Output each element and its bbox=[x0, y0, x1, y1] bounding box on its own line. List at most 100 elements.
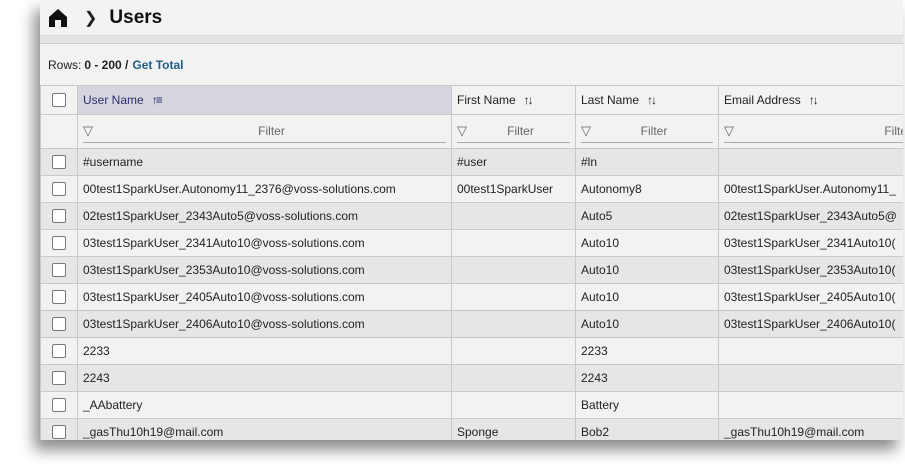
column-header-first-name[interactable]: First Name ↑↓ bbox=[451, 85, 576, 115]
user-name-cell: 03test1SparkUser_2406Auto10@voss-solutio… bbox=[77, 310, 452, 338]
column-header-email[interactable]: Email Address ↑↓ bbox=[718, 85, 903, 115]
filter-email[interactable]: ▽ Filter bbox=[718, 114, 903, 149]
row-checkbox[interactable] bbox=[52, 371, 66, 386]
page-title: Users bbox=[109, 6, 163, 28]
row-select-cell bbox=[40, 391, 78, 419]
last-name-cell: Auto5 bbox=[575, 202, 719, 230]
last-name-cell: Autonomy8 bbox=[575, 175, 719, 203]
user-name-cell: _AAbattery bbox=[77, 391, 452, 419]
first-name-cell: 00test1SparkUser bbox=[451, 175, 576, 203]
rows-info: Rows: 0 - 200 / Get Total bbox=[40, 44, 903, 85]
first-name-cell bbox=[451, 256, 576, 284]
row-checkbox[interactable] bbox=[52, 398, 66, 413]
row-checkbox[interactable] bbox=[52, 290, 66, 305]
email-cell bbox=[718, 364, 903, 392]
row-checkbox[interactable] bbox=[52, 236, 66, 251]
last-name-cell: Auto10 bbox=[575, 256, 719, 284]
filter-spacer bbox=[40, 114, 78, 149]
row-checkbox[interactable] bbox=[52, 263, 66, 278]
column-label: User Name bbox=[83, 93, 144, 107]
first-name-cell bbox=[451, 364, 576, 392]
toolbar-strip bbox=[40, 36, 903, 44]
column-label: Last Name bbox=[581, 93, 640, 107]
email-cell: _gasThu10h19@mail.com bbox=[718, 418, 903, 440]
last-name-cell: Auto10 bbox=[575, 310, 719, 338]
email-cell: 03test1SparkUser_2406Auto10( bbox=[718, 310, 903, 338]
row-select-cell bbox=[40, 310, 78, 338]
sort-icon[interactable]: ↑↓ bbox=[524, 93, 534, 107]
filter-input[interactable]: Filter bbox=[471, 124, 570, 138]
user-name-cell: 00test1SparkUser.Autonomy11_2376@voss-so… bbox=[77, 175, 452, 203]
row-select-cell bbox=[40, 256, 78, 284]
filter-icon: ▽ bbox=[581, 123, 591, 138]
email-cell bbox=[718, 337, 903, 365]
row-select-cell bbox=[40, 418, 78, 440]
row-checkbox[interactable] bbox=[52, 317, 66, 332]
filter-input[interactable]: Filter bbox=[738, 124, 903, 138]
sort-ascending-icon[interactable]: ↑≡ bbox=[152, 93, 163, 107]
row-checkbox[interactable] bbox=[52, 155, 66, 170]
last-name-cell: Battery bbox=[575, 391, 719, 419]
email-cell: 02test1SparkUser_2343Auto5@ bbox=[718, 202, 903, 230]
table-row[interactable]: 03test1SparkUser_2405Auto10@voss-solutio… bbox=[40, 283, 903, 311]
user-name-cell: _gasThu10h19@mail.com bbox=[77, 418, 452, 440]
table-row[interactable]: 03test1SparkUser_2341Auto10@voss-solutio… bbox=[40, 229, 903, 257]
table-row[interactable]: 2243 2243 bbox=[40, 364, 903, 392]
first-name-cell: #user bbox=[451, 148, 576, 176]
first-name-cell bbox=[451, 229, 576, 257]
first-name-cell: Sponge bbox=[451, 418, 576, 440]
filter-input[interactable]: Filter bbox=[97, 124, 446, 138]
rows-range: 0 - 200 / bbox=[84, 57, 129, 72]
table-row[interactable]: 00test1SparkUser.Autonomy11_2376@voss-so… bbox=[40, 175, 903, 203]
home-icon[interactable] bbox=[48, 8, 68, 28]
table-row[interactable]: 03test1SparkUser_2406Auto10@voss-solutio… bbox=[40, 310, 903, 338]
sort-icon[interactable]: ↑↓ bbox=[647, 93, 657, 107]
column-header-last-name[interactable]: Last Name ↑↓ bbox=[575, 85, 719, 115]
last-name-cell: Auto10 bbox=[575, 283, 719, 311]
row-select-cell bbox=[40, 148, 78, 176]
first-name-cell bbox=[451, 202, 576, 230]
email-cell bbox=[718, 391, 903, 419]
email-cell: 03test1SparkUser_2405Auto10( bbox=[718, 283, 903, 311]
filter-icon: ▽ bbox=[724, 123, 734, 138]
filter-input[interactable]: Filter bbox=[595, 124, 713, 138]
row-checkbox[interactable] bbox=[52, 344, 66, 359]
first-name-cell bbox=[451, 337, 576, 365]
table-row[interactable]: #username #user #ln bbox=[40, 148, 903, 176]
rows-label: Rows: bbox=[48, 57, 82, 72]
row-checkbox[interactable] bbox=[52, 209, 66, 224]
filter-icon: ▽ bbox=[83, 123, 93, 138]
last-name-cell: Auto10 bbox=[575, 229, 719, 257]
first-name-cell bbox=[451, 283, 576, 311]
filter-user-name[interactable]: ▽ Filter bbox=[77, 114, 452, 149]
last-name-cell: 2243 bbox=[575, 364, 719, 392]
filter-row: ▽ Filter ▽ Filter ▽ Filter ▽ Filter bbox=[40, 114, 903, 149]
table-row[interactable]: 03test1SparkUser_2353Auto10@voss-solutio… bbox=[40, 256, 903, 284]
table-row[interactable]: 02test1SparkUser_2343Auto5@voss-solution… bbox=[40, 202, 903, 230]
row-select-cell bbox=[40, 337, 78, 365]
last-name-cell: 2233 bbox=[575, 337, 719, 365]
users-table: User Name ↑≡ First Name ↑↓ Last Name ↑↓ Ema… bbox=[40, 85, 903, 440]
filter-last-name[interactable]: ▽ Filter bbox=[575, 114, 719, 149]
filter-first-name[interactable]: ▽ Filter bbox=[451, 114, 576, 149]
column-header-user-name[interactable]: User Name ↑≡ bbox=[77, 85, 452, 115]
row-select-cell bbox=[40, 202, 78, 230]
sort-icon[interactable]: ↑↓ bbox=[809, 93, 819, 107]
filter-icon: ▽ bbox=[457, 123, 467, 138]
table-row[interactable]: _AAbattery Battery bbox=[40, 391, 903, 419]
user-name-cell: 03test1SparkUser_2405Auto10@voss-solutio… bbox=[77, 283, 452, 311]
users-window: ❯ Users Rows: 0 - 200 / Get Total User N… bbox=[40, 0, 903, 440]
get-total-link[interactable]: Get Total bbox=[132, 58, 183, 72]
user-name-cell: 2233 bbox=[77, 337, 452, 365]
user-name-cell: 2243 bbox=[77, 364, 452, 392]
row-checkbox[interactable] bbox=[52, 182, 66, 197]
user-name-cell: 03test1SparkUser_2353Auto10@voss-solutio… bbox=[77, 256, 452, 284]
table-row[interactable]: 2233 2233 bbox=[40, 337, 903, 365]
row-checkbox[interactable] bbox=[52, 425, 66, 440]
email-cell bbox=[718, 148, 903, 176]
table-row[interactable]: _gasThu10h19@mail.com Sponge Bob2 _gasThu10… bbox=[40, 418, 903, 440]
select-all-checkbox[interactable] bbox=[52, 93, 66, 108]
email-cell: 03test1SparkUser_2353Auto10( bbox=[718, 256, 903, 284]
email-cell: 03test1SparkUser_2341Auto10( bbox=[718, 229, 903, 257]
breadcrumb: ❯ Users bbox=[40, 0, 903, 36]
